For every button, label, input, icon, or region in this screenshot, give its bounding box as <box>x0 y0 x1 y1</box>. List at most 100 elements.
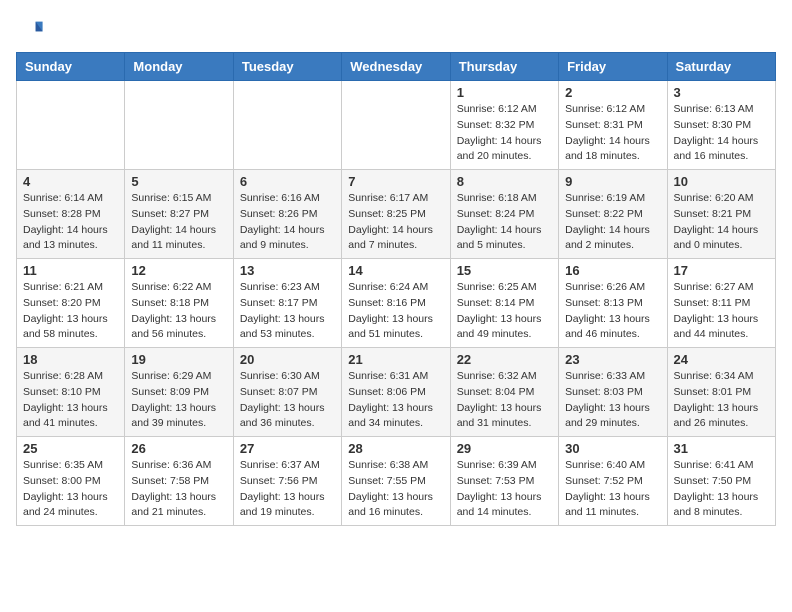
day-info: Sunrise: 6:12 AMSunset: 8:31 PMDaylight:… <box>565 102 660 165</box>
weekday-header-row: SundayMondayTuesdayWednesdayThursdayFrid… <box>17 53 776 81</box>
day-info: Sunrise: 6:34 AMSunset: 8:01 PMDaylight:… <box>674 369 769 432</box>
day-number: 5 <box>131 174 226 189</box>
day-info: Sunrise: 6:15 AMSunset: 8:27 PMDaylight:… <box>131 191 226 254</box>
calendar-cell: 26 Sunrise: 6:36 AMSunset: 7:58 PMDayligh… <box>125 437 233 526</box>
calendar-table: SundayMondayTuesdayWednesdayThursdayFrid… <box>16 52 776 526</box>
day-number: 23 <box>565 352 660 367</box>
calendar-cell: 5 Sunrise: 6:15 AMSunset: 8:27 PMDaylight… <box>125 170 233 259</box>
day-number: 22 <box>457 352 552 367</box>
weekday-header-monday: Monday <box>125 53 233 81</box>
calendar-week-row: 18Sunrise: 6:28 AMSunset: 8:10 PMDayligh… <box>17 348 776 437</box>
day-info: Sunrise: 6:21 AMSunset: 8:20 PMDaylight:… <box>23 280 118 343</box>
day-number: 29 <box>457 441 552 456</box>
day-number: 13 <box>240 263 335 278</box>
page-header <box>16 16 776 44</box>
weekday-header-sunday: Sunday <box>17 53 125 81</box>
day-number: 14 <box>348 263 443 278</box>
calendar-cell: 9 Sunrise: 6:19 AMSunset: 8:22 PMDaylight… <box>559 170 667 259</box>
day-info: Sunrise: 6:17 AMSunset: 8:25 PMDaylight:… <box>348 191 443 254</box>
calendar-cell: 3 Sunrise: 6:13 AMSunset: 8:30 PMDaylight… <box>667 81 775 170</box>
day-info: Sunrise: 6:26 AMSunset: 8:13 PMDaylight:… <box>565 280 660 343</box>
day-info: Sunrise: 6:16 AMSunset: 8:26 PMDaylight:… <box>240 191 335 254</box>
day-info: Sunrise: 6:40 AMSunset: 7:52 PMDaylight:… <box>565 458 660 521</box>
day-number: 26 <box>131 441 226 456</box>
calendar-cell: 4 Sunrise: 6:14 AMSunset: 8:28 PMDaylight… <box>17 170 125 259</box>
calendar-cell: 11 Sunrise: 6:21 AMSunset: 8:20 PMDayligh… <box>17 259 125 348</box>
day-info: Sunrise: 6:14 AMSunset: 8:28 PMDaylight:… <box>23 191 118 254</box>
day-info: Sunrise: 6:37 AMSunset: 7:56 PMDaylight:… <box>240 458 335 521</box>
day-number: 20 <box>240 352 335 367</box>
calendar-cell: 22 Sunrise: 6:32 AMSunset: 8:04 PMDayligh… <box>450 348 558 437</box>
day-info: Sunrise: 6:27 AMSunset: 8:11 PMDaylight:… <box>674 280 769 343</box>
calendar-cell: 17 Sunrise: 6:27 AMSunset: 8:11 PMDayligh… <box>667 259 775 348</box>
calendar-cell: 31 Sunrise: 6:41 AMSunset: 7:50 PMDayligh… <box>667 437 775 526</box>
calendar-cell <box>342 81 450 170</box>
calendar-cell: 18Sunrise: 6:28 AMSunset: 8:10 PMDayligh… <box>17 348 125 437</box>
calendar-cell: 10Sunrise: 6:20 AMSunset: 8:21 PMDayligh… <box>667 170 775 259</box>
day-number: 25 <box>23 441 118 456</box>
day-number: 21 <box>348 352 443 367</box>
day-number: 9 <box>565 174 660 189</box>
day-number: 4 <box>23 174 118 189</box>
calendar-cell <box>233 81 341 170</box>
calendar-week-row: 4 Sunrise: 6:14 AMSunset: 8:28 PMDaylight… <box>17 170 776 259</box>
day-info: Sunrise: 6:19 AMSunset: 8:22 PMDaylight:… <box>565 191 660 254</box>
day-number: 11 <box>23 263 118 278</box>
calendar-cell: 2 Sunrise: 6:12 AMSunset: 8:31 PMDaylight… <box>559 81 667 170</box>
day-number: 6 <box>240 174 335 189</box>
day-info: Sunrise: 6:23 AMSunset: 8:17 PMDaylight:… <box>240 280 335 343</box>
calendar-cell: 12 Sunrise: 6:22 AMSunset: 8:18 PMDayligh… <box>125 259 233 348</box>
calendar-cell: 25 Sunrise: 6:35 AMSunset: 8:00 PMDayligh… <box>17 437 125 526</box>
day-number: 30 <box>565 441 660 456</box>
day-number: 2 <box>565 85 660 100</box>
day-info: Sunrise: 6:36 AMSunset: 7:58 PMDaylight:… <box>131 458 226 521</box>
calendar-cell: 1Sunrise: 6:12 AMSunset: 8:32 PMDaylight… <box>450 81 558 170</box>
logo-icon <box>16 16 44 44</box>
calendar-week-row: 1Sunrise: 6:12 AMSunset: 8:32 PMDaylight… <box>17 81 776 170</box>
day-number: 12 <box>131 263 226 278</box>
calendar-cell <box>17 81 125 170</box>
calendar-cell: 7 Sunrise: 6:17 AMSunset: 8:25 PMDaylight… <box>342 170 450 259</box>
day-info: Sunrise: 6:22 AMSunset: 8:18 PMDaylight:… <box>131 280 226 343</box>
day-number: 24 <box>674 352 769 367</box>
day-info: Sunrise: 6:35 AMSunset: 8:00 PMDaylight:… <box>23 458 118 521</box>
day-number: 28 <box>348 441 443 456</box>
day-number: 1 <box>457 85 552 100</box>
calendar-cell: 15 Sunrise: 6:25 AMSunset: 8:14 PMDayligh… <box>450 259 558 348</box>
calendar-cell <box>125 81 233 170</box>
weekday-header-tuesday: Tuesday <box>233 53 341 81</box>
calendar-week-row: 11 Sunrise: 6:21 AMSunset: 8:20 PMDayligh… <box>17 259 776 348</box>
calendar-cell: 21 Sunrise: 6:31 AMSunset: 8:06 PMDayligh… <box>342 348 450 437</box>
calendar-week-row: 25 Sunrise: 6:35 AMSunset: 8:00 PMDayligh… <box>17 437 776 526</box>
day-info: Sunrise: 6:41 AMSunset: 7:50 PMDaylight:… <box>674 458 769 521</box>
day-number: 31 <box>674 441 769 456</box>
day-info: Sunrise: 6:32 AMSunset: 8:04 PMDaylight:… <box>457 369 552 432</box>
day-number: 15 <box>457 263 552 278</box>
day-info: Sunrise: 6:18 AMSunset: 8:24 PMDaylight:… <box>457 191 552 254</box>
calendar-cell: 8Sunrise: 6:18 AMSunset: 8:24 PMDaylight… <box>450 170 558 259</box>
calendar-cell: 24 Sunrise: 6:34 AMSunset: 8:01 PMDayligh… <box>667 348 775 437</box>
day-number: 19 <box>131 352 226 367</box>
calendar-cell: 23Sunrise: 6:33 AMSunset: 8:03 PMDayligh… <box>559 348 667 437</box>
calendar-cell: 13 Sunrise: 6:23 AMSunset: 8:17 PMDayligh… <box>233 259 341 348</box>
calendar-cell: 14 Sunrise: 6:24 AMSunset: 8:16 PMDayligh… <box>342 259 450 348</box>
calendar-cell: 28Sunrise: 6:38 AMSunset: 7:55 PMDayligh… <box>342 437 450 526</box>
calendar-cell: 20Sunrise: 6:30 AMSunset: 8:07 PMDayligh… <box>233 348 341 437</box>
calendar-cell: 19Sunrise: 6:29 AMSunset: 8:09 PMDayligh… <box>125 348 233 437</box>
calendar-cell: 27 Sunrise: 6:37 AMSunset: 7:56 PMDayligh… <box>233 437 341 526</box>
day-number: 7 <box>348 174 443 189</box>
day-number: 17 <box>674 263 769 278</box>
day-number: 27 <box>240 441 335 456</box>
logo <box>16 16 48 44</box>
day-info: Sunrise: 6:31 AMSunset: 8:06 PMDaylight:… <box>348 369 443 432</box>
weekday-header-wednesday: Wednesday <box>342 53 450 81</box>
weekday-header-friday: Friday <box>559 53 667 81</box>
calendar-cell: 6 Sunrise: 6:16 AMSunset: 8:26 PMDaylight… <box>233 170 341 259</box>
day-number: 3 <box>674 85 769 100</box>
weekday-header-saturday: Saturday <box>667 53 775 81</box>
day-info: Sunrise: 6:13 AMSunset: 8:30 PMDaylight:… <box>674 102 769 165</box>
day-info: Sunrise: 6:25 AMSunset: 8:14 PMDaylight:… <box>457 280 552 343</box>
day-info: Sunrise: 6:39 AMSunset: 7:53 PMDaylight:… <box>457 458 552 521</box>
day-info: Sunrise: 6:24 AMSunset: 8:16 PMDaylight:… <box>348 280 443 343</box>
calendar-cell: 16Sunrise: 6:26 AMSunset: 8:13 PMDayligh… <box>559 259 667 348</box>
